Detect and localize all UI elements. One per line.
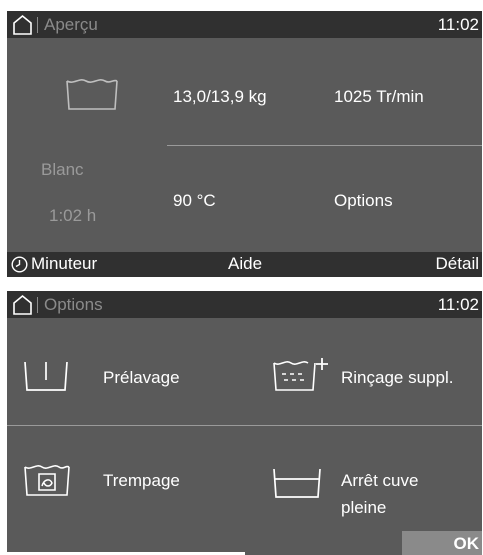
overview-title-bar: Aperçu 11:02 xyxy=(7,11,482,38)
home-icon[interactable] xyxy=(12,14,33,35)
spin-speed-value[interactable]: 1025 Tr/min xyxy=(334,87,424,107)
detail-button[interactable]: Détail xyxy=(436,254,479,274)
prewash-icon xyxy=(24,361,68,391)
temperature-value[interactable]: 90 °C xyxy=(173,191,216,211)
extra-rinse-icon xyxy=(273,358,328,391)
option-label-line1: Arrêt cuve xyxy=(341,471,419,490)
overview-screen: Aperçu 11:02 13,0/13,9 kg 1025 Tr/min Bl… xyxy=(7,11,482,277)
option-label: Prélavage xyxy=(103,368,180,387)
options-title-bar: Options 11:02 xyxy=(7,291,482,318)
option-label-line2: pleine xyxy=(341,498,387,517)
soak-icon xyxy=(24,465,70,496)
clock-time: 11:02 xyxy=(437,295,479,314)
wash-tub-icon xyxy=(66,79,118,110)
clock-time: 11:02 xyxy=(437,15,479,34)
program-duration: 1:02 h xyxy=(49,206,97,225)
page-title: Options xyxy=(44,295,103,314)
load-value[interactable]: 13,0/13,9 kg xyxy=(173,87,267,107)
title-separator xyxy=(37,297,38,313)
title-separator xyxy=(37,17,38,33)
program-name: Blanc xyxy=(41,160,84,179)
overview-bottom-bar: Minuteur Aide Détail xyxy=(7,252,482,277)
help-button[interactable]: Aide xyxy=(228,254,262,274)
options-screen: Options 11:02 Prélavage Rinçage suppl. T… xyxy=(7,291,482,555)
ok-button-label: OK xyxy=(453,534,480,553)
page-title: Aperçu xyxy=(44,15,98,34)
divider xyxy=(167,145,482,146)
divider xyxy=(7,425,482,426)
option-label: Trempage xyxy=(103,471,180,490)
rinse-hold-icon xyxy=(273,468,321,498)
home-icon[interactable] xyxy=(12,294,33,315)
option-label: Rinçage suppl. xyxy=(341,368,454,387)
timer-button[interactable]: Minuteur xyxy=(31,254,97,274)
clock-icon xyxy=(11,256,28,273)
options-link[interactable]: Options xyxy=(334,191,393,211)
ok-button[interactable]: OK xyxy=(402,531,482,555)
